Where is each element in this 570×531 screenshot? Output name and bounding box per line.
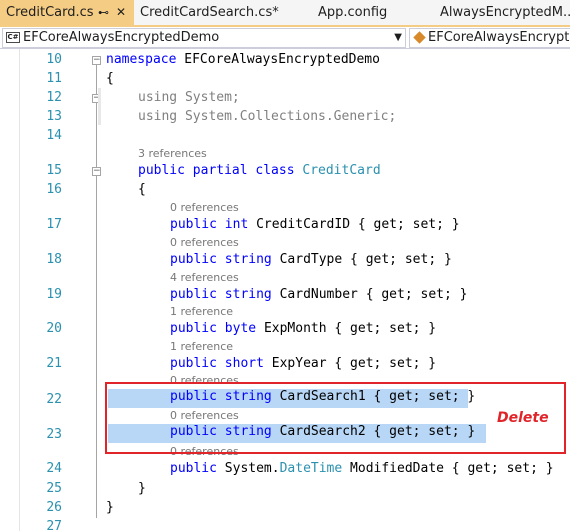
- code-line-property: public int CreditCardID { get; set; }: [170, 217, 460, 232]
- code-line-property: public byte ExpMonth { get; set; }: [170, 321, 437, 336]
- code-editor[interactable]: 10 11 12 13 14 15 16 17 18 19 20 21 22 2…: [0, 49, 570, 531]
- code-line-property: public string CardType { get; set; }: [170, 252, 452, 267]
- namespace-icon: [413, 31, 426, 44]
- namespace-dropdown[interactable]: EFCoreAlwaysEncrypted: [409, 28, 570, 48]
- pin-icon[interactable]: ⊷: [98, 0, 109, 25]
- code-line-class: public partial class CreditCard: [138, 163, 381, 178]
- codelens-references[interactable]: 1 reference: [170, 305, 233, 318]
- line-number: 11: [46, 71, 62, 86]
- line-number: 14: [46, 128, 62, 143]
- chevron-down-icon: ▼: [394, 32, 402, 43]
- document-tab-bar: CreditCard.cs ⊷ ✕ CreditCardSearch.cs* A…: [0, 0, 570, 27]
- code-line-using: using System;: [138, 90, 240, 105]
- using-block-marker: [98, 88, 101, 125]
- line-number: 26: [46, 500, 62, 515]
- collapse-icon[interactable]: −: [92, 56, 101, 65]
- code-line-brace: {: [106, 71, 114, 86]
- line-number: 27: [46, 519, 62, 531]
- collapse-icon[interactable]: −: [92, 167, 101, 176]
- outline-guide: [96, 64, 97, 518]
- line-number: 21: [46, 356, 62, 371]
- line-number: 25: [46, 481, 62, 496]
- line-number: 10: [46, 52, 62, 67]
- codelens-references[interactable]: 4 references: [170, 271, 239, 284]
- project-dropdown[interactable]: C# EFCoreAlwaysEncryptedDemo ▼: [2, 28, 406, 48]
- tab-label: CreditCardSearch.cs*: [140, 5, 279, 20]
- codelens-references[interactable]: 3 references: [138, 147, 207, 160]
- line-number: 13: [46, 109, 62, 124]
- close-icon[interactable]: ✕: [116, 0, 126, 25]
- tab-creditcardsearch-cs[interactable]: CreditCardSearch.cs*: [134, 0, 294, 25]
- code-line-using: using System.Collections.Generic;: [138, 109, 397, 124]
- delete-annotation-label: Delete: [497, 410, 549, 426]
- indicator-margin: [0, 49, 20, 531]
- tab-alwaysencrypted[interactable]: AlwaysEncryptedM...l...: [434, 0, 570, 25]
- code-line-property: public System.DateTime ModifiedDate { ge…: [170, 461, 554, 476]
- code-line-brace: }: [106, 500, 114, 515]
- line-number: 15: [46, 163, 62, 178]
- csharp-project-icon: C#: [6, 32, 20, 43]
- tab-label: AlwaysEncryptedM...l...: [440, 5, 570, 20]
- tab-label: CreditCard.cs: [6, 5, 94, 20]
- line-number: 24: [46, 461, 62, 476]
- tab-label: App.config: [318, 5, 388, 20]
- code-line-property: public short ExpYear { get; set; }: [170, 356, 437, 371]
- line-number: 17: [46, 217, 62, 232]
- tab-app-config[interactable]: App.config: [312, 0, 422, 25]
- codelens-references[interactable]: 0 references: [170, 201, 239, 214]
- codelens-references[interactable]: 0 references: [170, 236, 239, 249]
- project-name: EFCoreAlwaysEncryptedDemo: [23, 30, 220, 45]
- line-number: 19: [46, 287, 62, 302]
- line-number: 20: [46, 321, 62, 336]
- code-line-property: public string CardNumber { get; set; }: [170, 287, 468, 302]
- line-number: 12: [46, 90, 62, 105]
- code-line-brace: }: [138, 481, 146, 496]
- line-number: 18: [46, 252, 62, 267]
- code-line-brace: {: [138, 182, 146, 197]
- codelens-references[interactable]: 1 reference: [170, 340, 233, 353]
- line-number: 22: [46, 392, 62, 407]
- line-number: 16: [46, 182, 62, 197]
- navigation-bar: C# EFCoreAlwaysEncryptedDemo ▼ EFCoreAlwa…: [0, 27, 570, 49]
- line-number: 23: [46, 427, 62, 442]
- code-line-namespace: namespace EFCoreAlwaysEncryptedDemo: [106, 52, 380, 67]
- namespace-name: EFCoreAlwaysEncrypted: [428, 30, 570, 45]
- tab-creditcard-cs[interactable]: CreditCard.cs ⊷ ✕: [0, 0, 134, 25]
